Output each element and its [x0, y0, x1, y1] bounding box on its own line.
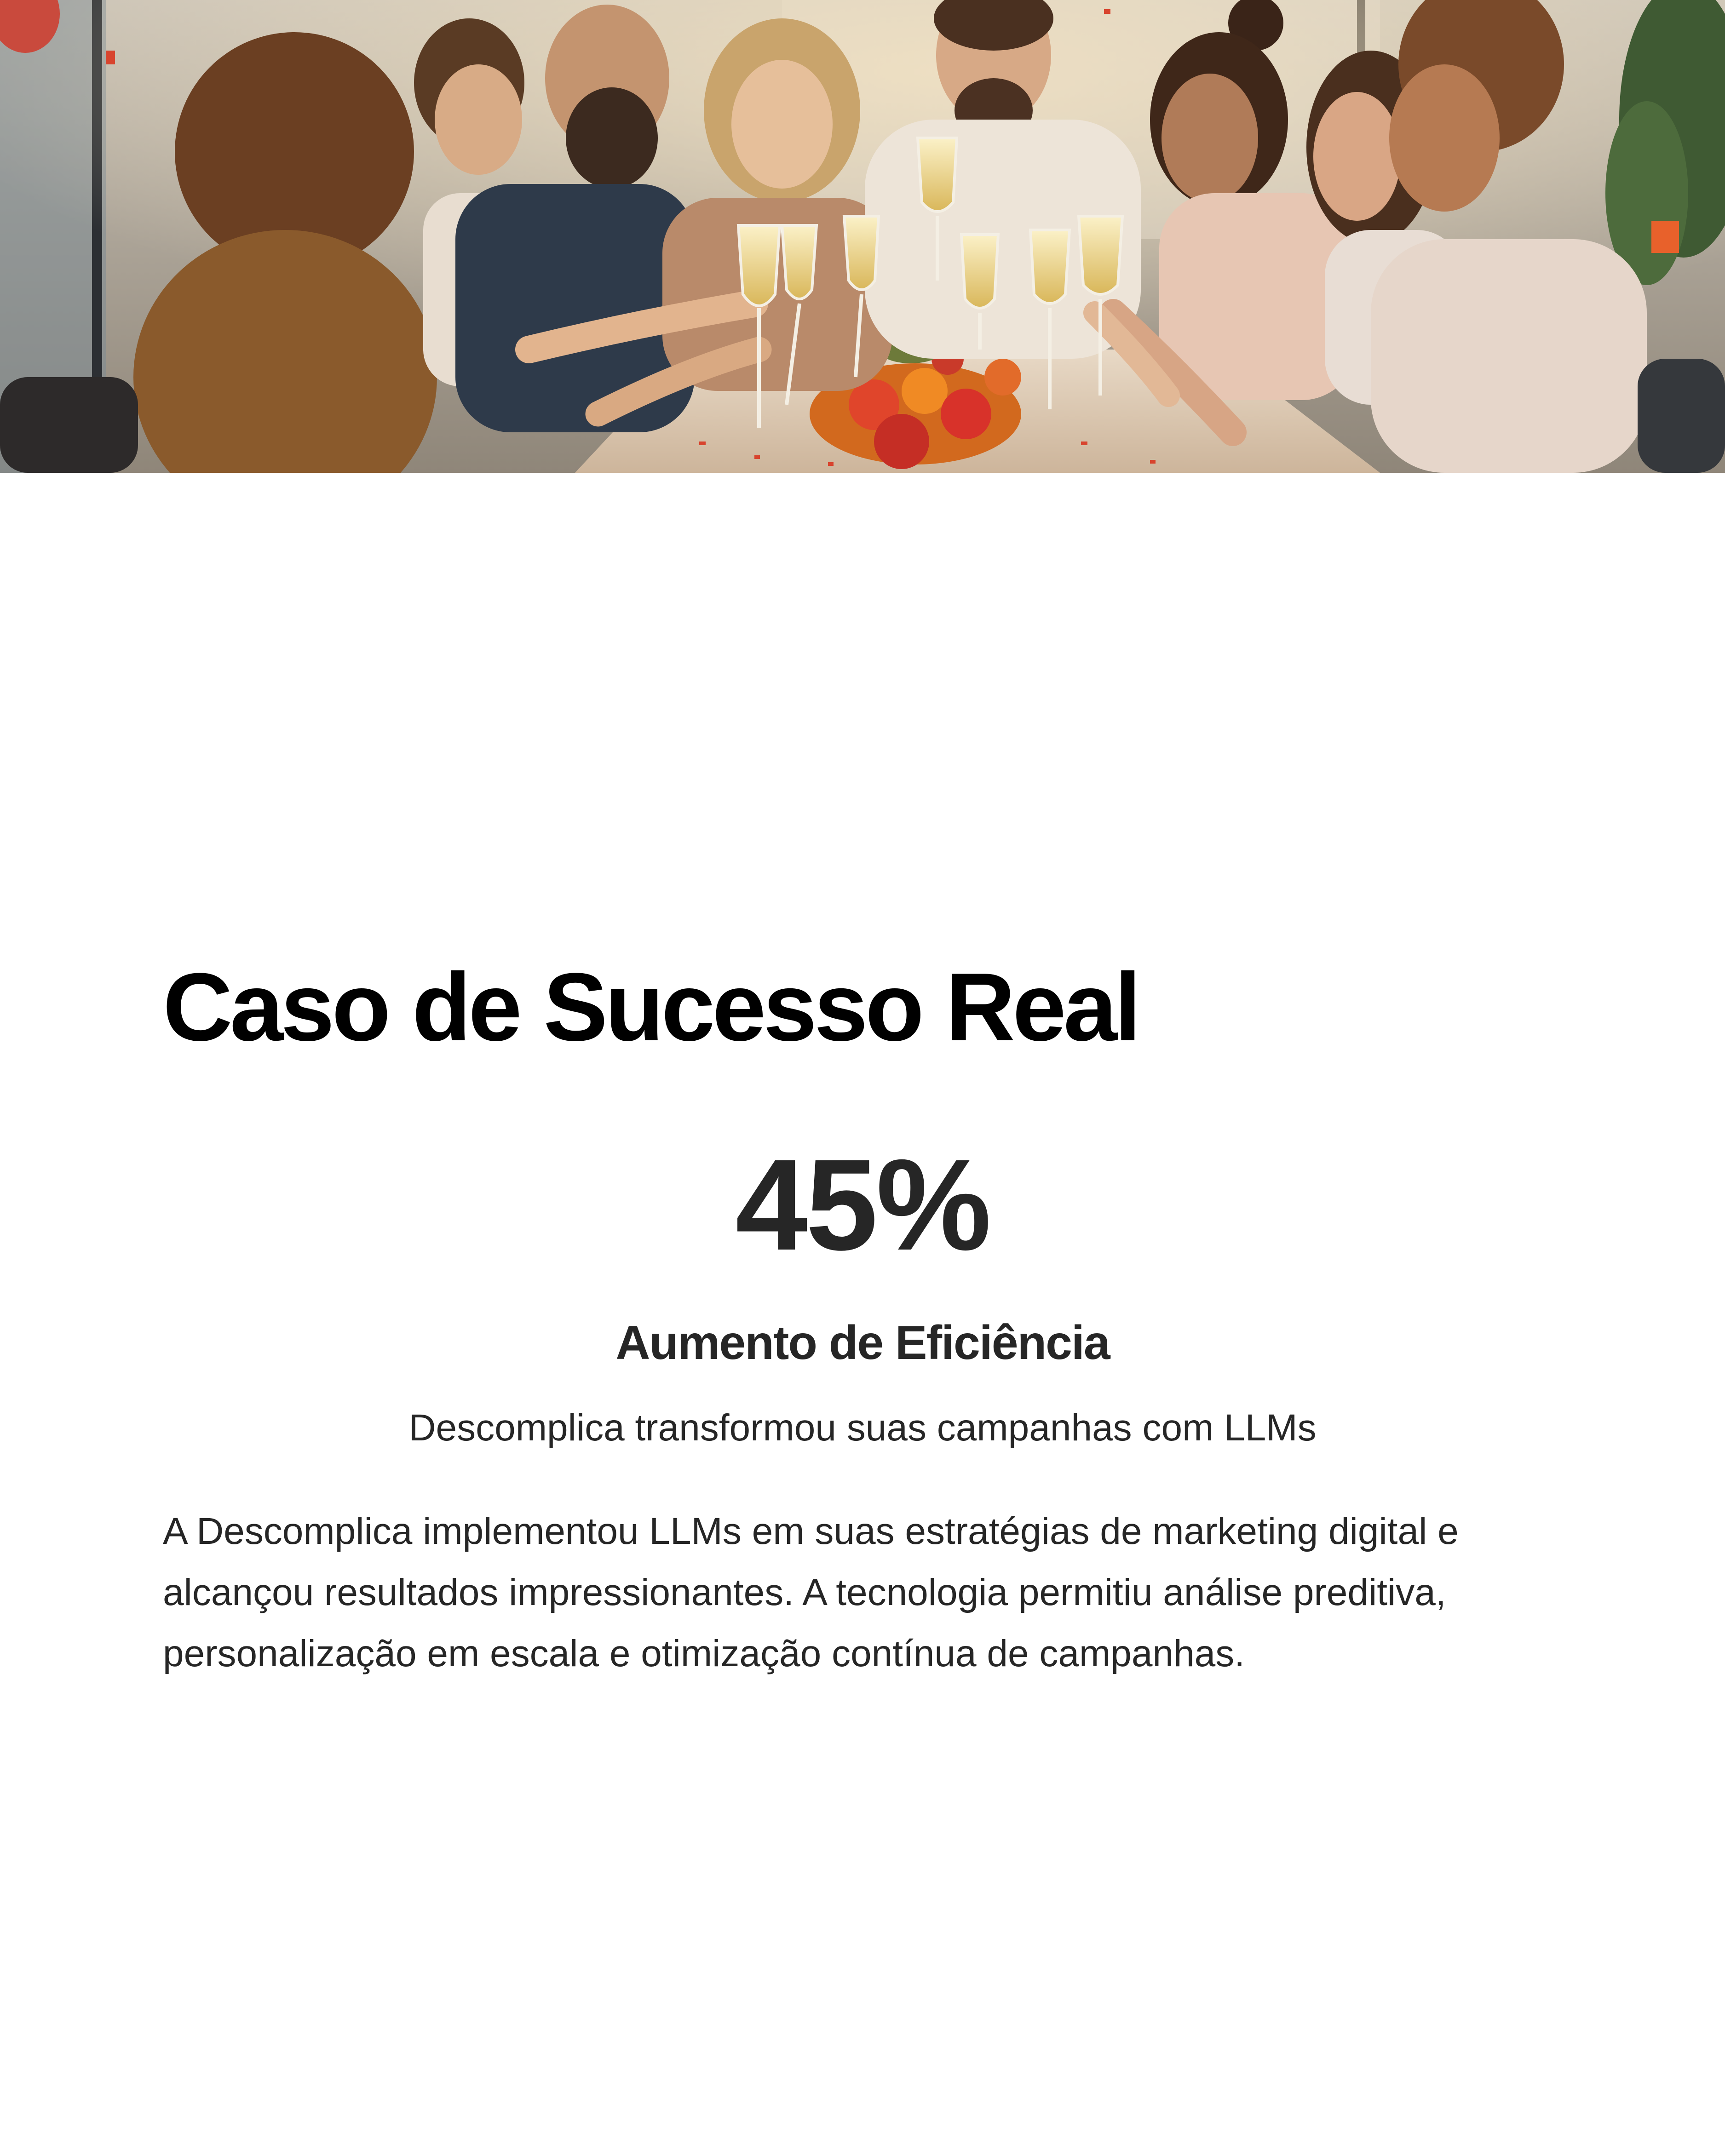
hero-image	[0, 0, 1725, 473]
body-paragraph: A Descomplica implementou LLMs em suas e…	[163, 1510, 1459, 1674]
stat-value: 45%	[735, 1132, 991, 1277]
stat-caption: Descomplica transformou suas campanhas c…	[408, 1407, 1317, 1449]
stat-label: Aumento de Eficiência	[615, 1316, 1110, 1370]
page-title: Caso de Sucesso Real	[163, 953, 1141, 1061]
celebration-photo	[0, 0, 1725, 473]
